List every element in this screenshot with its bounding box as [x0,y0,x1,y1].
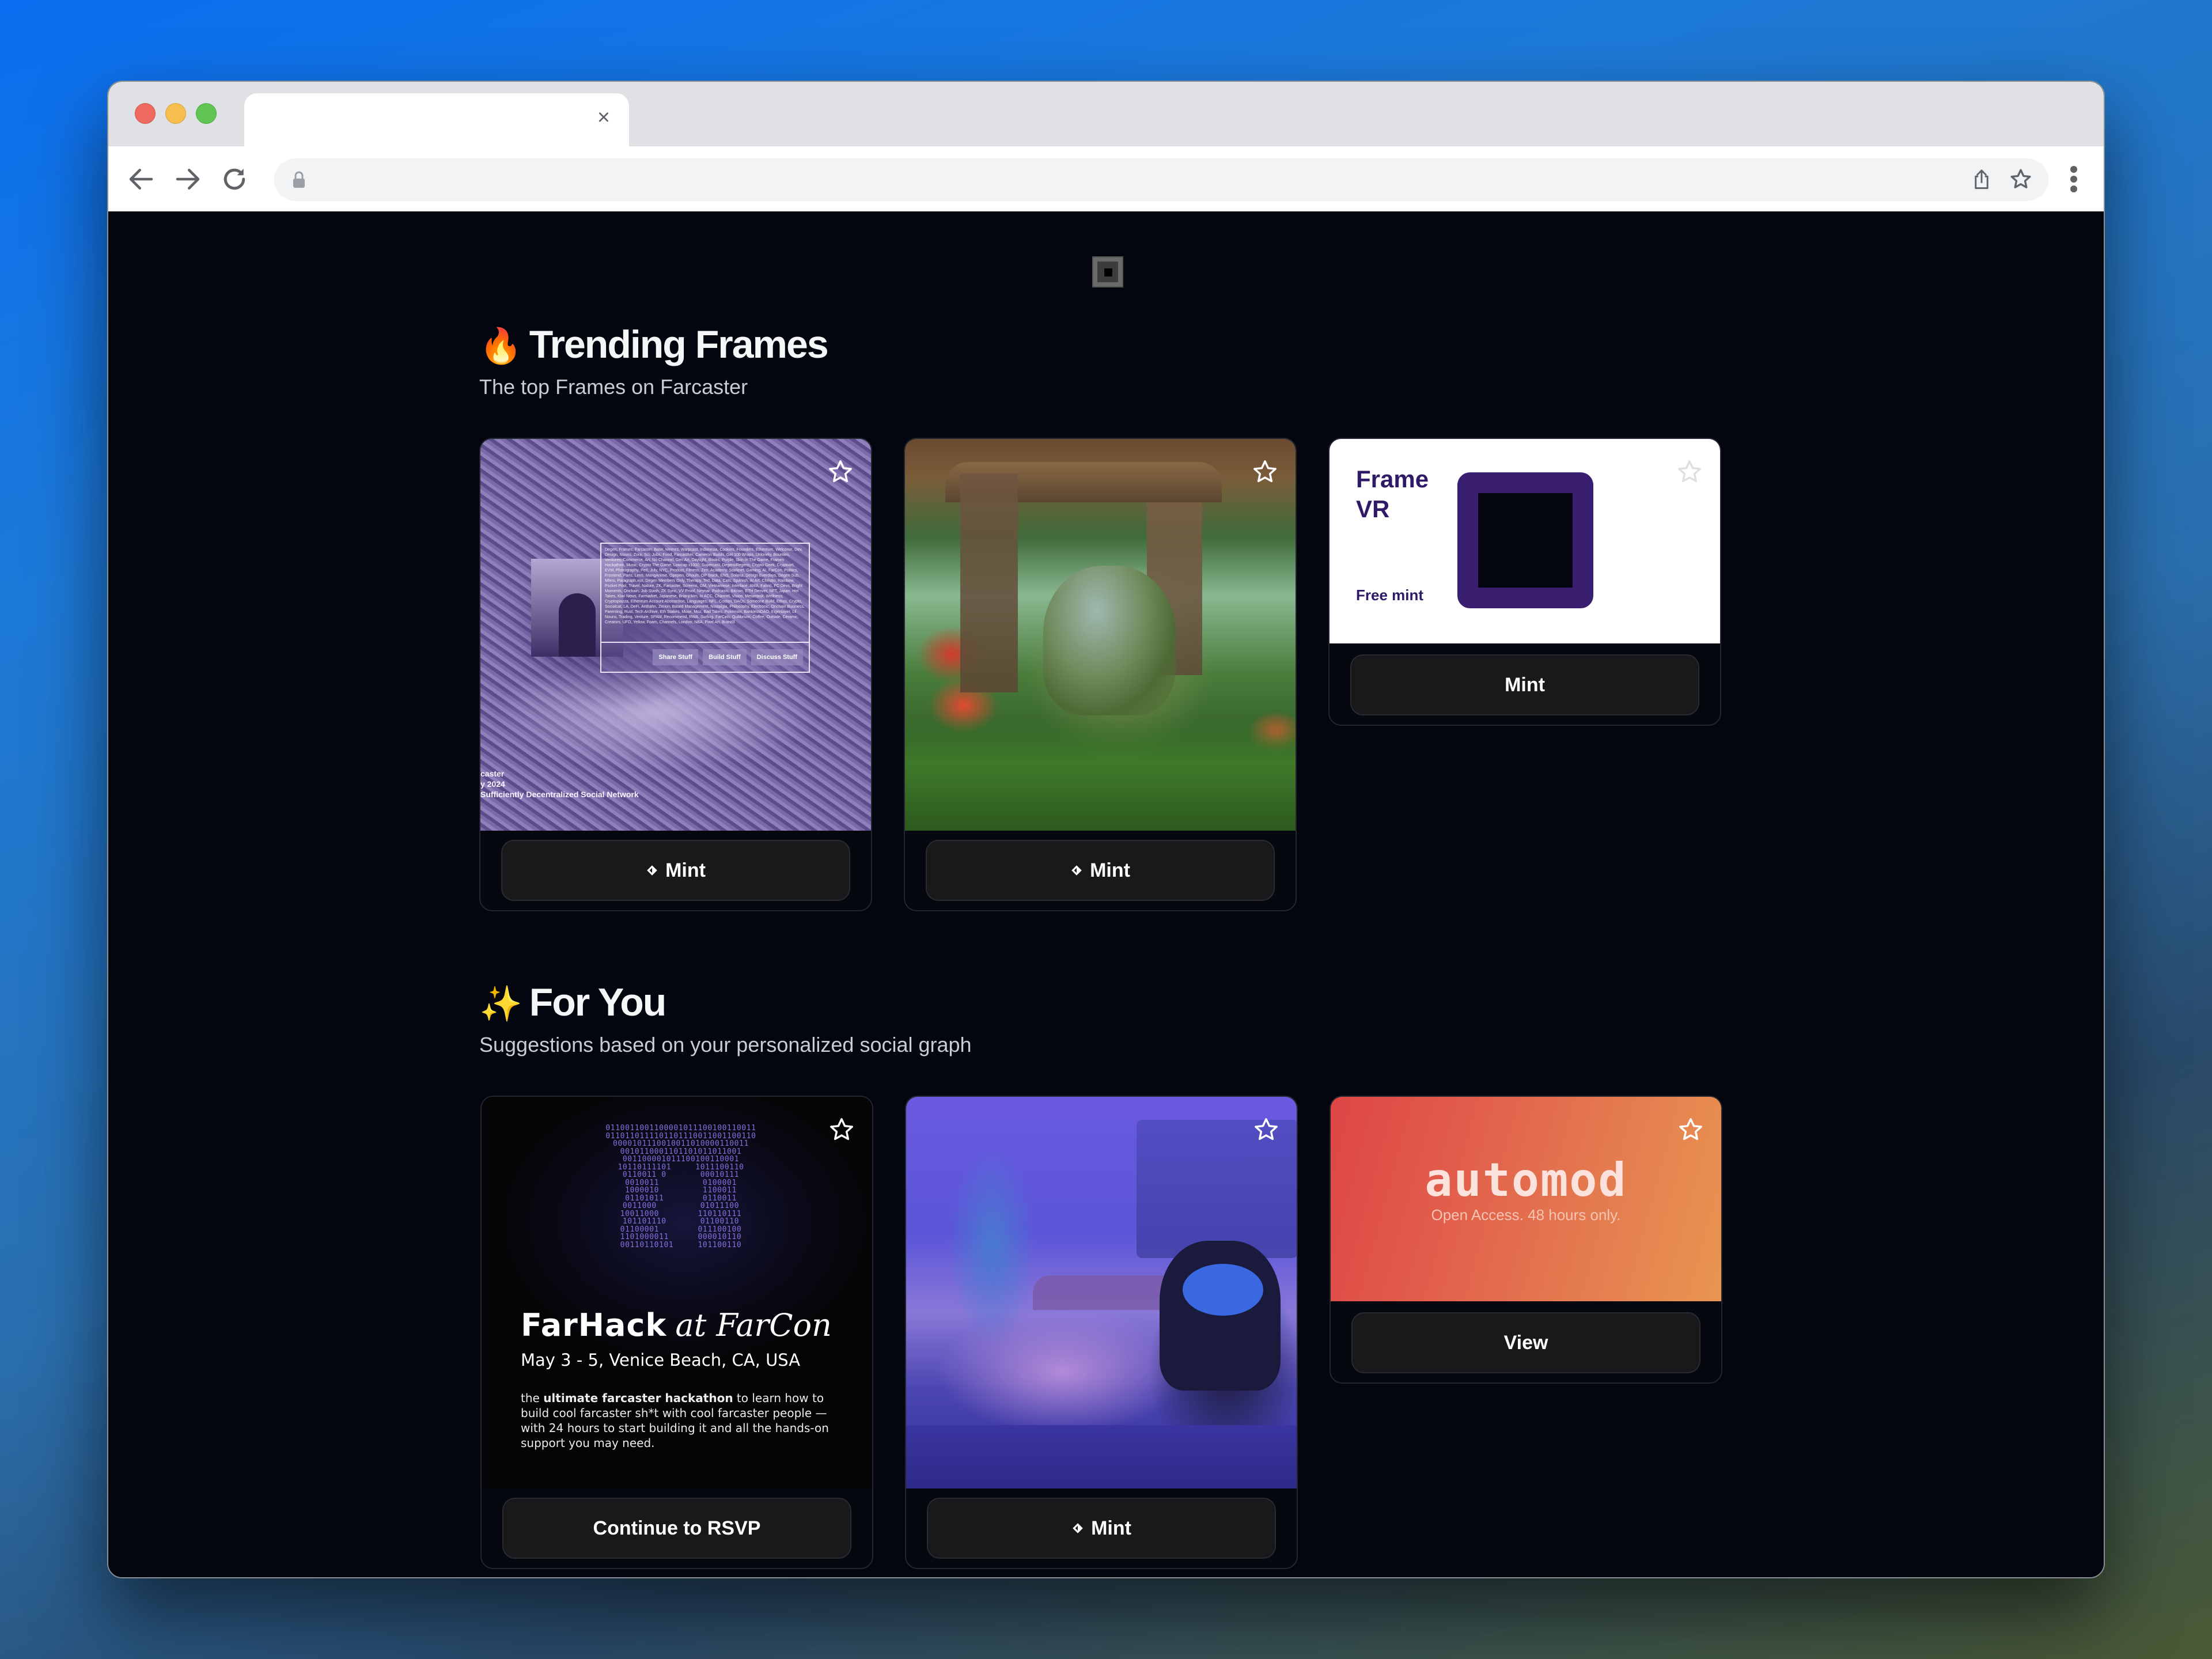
farhack-title: FarHack at FarCon [521,1307,832,1343]
frame-image[interactable]: Frame VR Free mint [1330,439,1720,643]
reload-icon[interactable] [219,164,250,195]
image-caption: caster y 2024 Sufficiently Decentralized… [480,768,639,800]
more-vert-icon[interactable] [2070,166,2078,192]
binary-art: 0110011001100001011100100110011 01101101… [605,1124,756,1249]
frame-image[interactable]: automod Open Access. 48 hours only. [1331,1097,1721,1301]
build-stuff-label: Build Stuff [703,649,747,665]
frame-image[interactable]: Degen, Frames, Farcaster, Base, Memes, W… [480,439,871,831]
star-outline-icon[interactable] [828,1116,855,1143]
star-outline-icon[interactable] [1253,1116,1279,1143]
foliage [905,715,1296,831]
frame-card: Degen, Frames, Farcaster, Base, Memes, W… [479,438,872,911]
frame-card: 0110011001100001011100100110011 01101101… [480,1096,873,1569]
channel-tags-text: Degen, Frames, Farcaster, Base, Memes, W… [605,548,805,624]
mint-label: Mint [1505,673,1545,696]
view-label: View [1503,1331,1548,1354]
sparkles-icon: ✨ [479,984,522,1023]
address-bar[interactable] [274,158,2048,201]
title-italic: at FarCon [675,1307,832,1343]
frame-image[interactable]: 0110011001100001011100100110011 01101101… [482,1097,872,1488]
frame-logo-icon[interactable] [1092,256,1123,287]
fire-icon: 🔥 [479,327,522,365]
eth-diamond-icon [1073,1523,1083,1533]
desc-bold: ultimate farcaster hackathon [543,1391,733,1405]
section-title-for-you: ✨ For You [479,980,667,1025]
page-content: 🔥 Trending Frames The top Frames on Farca… [108,211,2104,1577]
ground [906,1425,1297,1488]
mint-button[interactable]: Mint [926,840,1275,901]
back-icon[interactable] [126,164,157,195]
star-outline-icon[interactable] [1676,459,1703,485]
frame-vr-logo [1457,472,1593,608]
title-line: Frame [1356,465,1429,493]
tab-bar: × [108,82,2104,146]
discuss-stuff-label: Discuss Stuff [751,649,803,665]
frame-vr-title: Frame VR [1356,464,1429,524]
bookmark-star-icon[interactable] [2009,168,2032,191]
rsvp-label: Continue to RSVP [593,1517,761,1539]
character [1160,1241,1281,1391]
frame-card: automod Open Access. 48 hours only. View [1330,1096,1722,1384]
section-title-text: Trending Frames [529,323,829,366]
maximize-window-button[interactable] [196,103,217,124]
section-title-text: For You [529,980,667,1024]
frame-image[interactable] [905,439,1296,831]
frame-image[interactable] [906,1097,1297,1488]
eth-diamond-icon [647,865,657,876]
mint-label: Mint [665,859,706,881]
automod-subtitle: Open Access. 48 hours only. [1431,1206,1621,1224]
browser-tab[interactable]: × [244,93,629,146]
ruin-pillar [960,474,1018,692]
forward-icon[interactable] [172,164,203,195]
event-description: the ultimate farcaster hackathon to lear… [521,1391,843,1450]
share-stuff-label: Share Stuff [653,649,699,665]
frame-card: Frame VR Free mint Mint [1328,438,1721,726]
view-button[interactable]: View [1351,1312,1700,1373]
caption-line: y 2024 [480,779,505,789]
star-outline-icon[interactable] [827,459,854,485]
iguana-shape [1043,566,1176,715]
mint-button[interactable]: Mint [501,840,850,901]
event-date: May 3 - 5, Venice Beach, CA, USA [521,1350,801,1370]
frame-card: Mint [904,438,1297,911]
section-subtitle-for-you: Suggestions based on your personalized s… [479,1033,972,1056]
desc-text: the [521,1391,544,1405]
close-window-button[interactable] [135,103,156,124]
minimize-window-button[interactable] [165,103,186,124]
close-icon[interactable]: × [592,106,615,129]
mint-label: Mint [1090,859,1130,881]
automod-title: automod [1425,1153,1627,1207]
browser-toolbar [108,146,2104,211]
title-bold: FarHack [521,1307,667,1343]
browser-window: × 🔥 Trending Frames The top Frames on Far… [107,81,2105,1578]
mint-label: Mint [1091,1517,1131,1539]
eth-diamond-icon [1071,865,1082,876]
title-line: VR [1356,495,1390,522]
continue-to-rsvp-button[interactable]: Continue to RSVP [502,1498,851,1559]
free-mint-label: Free mint [1356,586,1424,604]
mint-button[interactable]: Mint [927,1498,1276,1559]
section-subtitle-trending: The top Frames on Farcaster [479,375,748,399]
mint-button[interactable]: Mint [1350,654,1699,715]
section-title-trending: 🔥 Trending Frames [479,322,829,367]
frame-card: Mint [905,1096,1298,1569]
lock-icon [293,171,305,188]
share-icon[interactable] [1971,169,1992,191]
caption-line: caster [480,769,505,778]
channel-tags-box: Degen, Frames, Farcaster, Base, Memes, W… [600,543,810,673]
star-outline-icon[interactable] [1677,1116,1704,1143]
caption-line: Sufficiently Decentralized Social Networ… [480,790,639,799]
star-outline-icon[interactable] [1252,459,1278,485]
